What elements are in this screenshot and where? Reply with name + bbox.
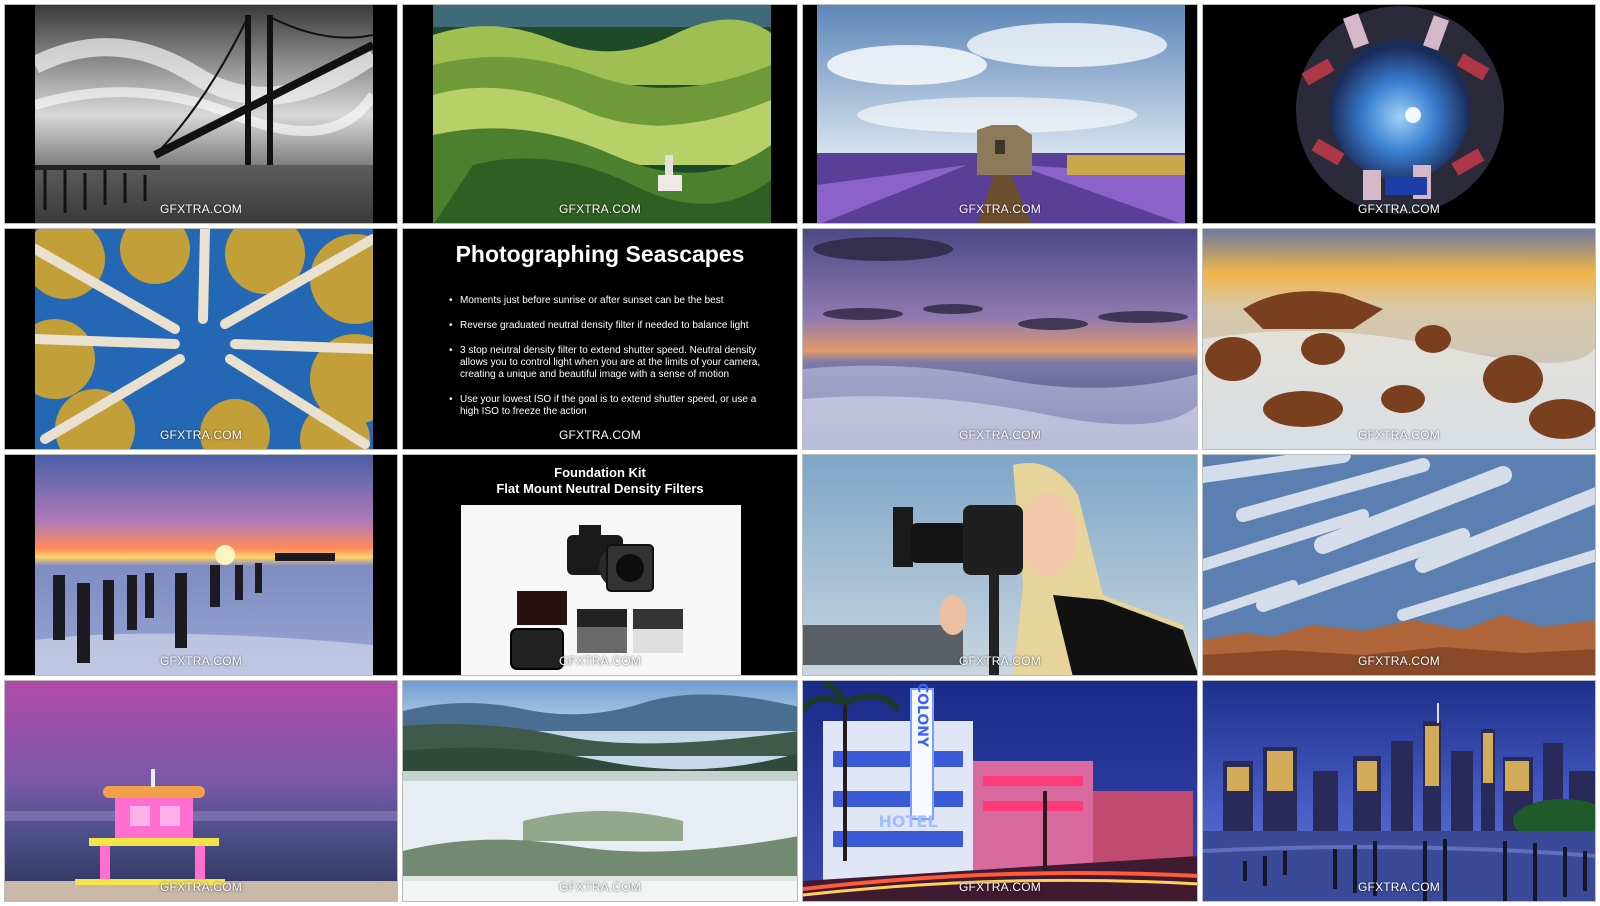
watermark: GFXTRA.COM <box>959 880 1041 894</box>
slide-grid: GFXTRA.COM GFXTRA.COM GFXTRA.COM GFXTRA.… <box>0 0 1600 906</box>
watermark: GFXTRA.COM <box>559 880 641 894</box>
aspen-trees-photo <box>35 229 373 449</box>
lifeguard-tower-photo <box>5 681 397 901</box>
watermark: GFXTRA.COM <box>160 654 242 668</box>
tile-colony-hotel[interactable]: COLONY HOTEL GFXTRA.COM <box>802 680 1198 902</box>
seascapes-bullet-list: Moments just before sunrise or after sun… <box>449 295 767 431</box>
watermark: GFXTRA.COM <box>1358 654 1440 668</box>
tile-foundation-kit-slide[interactable]: Foundation Kit Flat Mount Neutral Densit… <box>402 454 798 676</box>
rocky-shore-photo <box>1203 229 1595 449</box>
kit-title: Foundation Kit Flat Mount Neutral Densit… <box>403 465 797 497</box>
bullet-item: Reverse graduated neutral density filter… <box>449 320 767 332</box>
tile-pier-pilings[interactable]: GFXTRA.COM <box>4 454 398 676</box>
tile-rocky-shore[interactable]: GFXTRA.COM <box>1202 228 1596 450</box>
colony-sign: COLONY <box>914 683 930 748</box>
filter-kit-photo <box>461 505 741 675</box>
tile-city-skyline[interactable]: GFXTRA.COM <box>1202 680 1596 902</box>
watermark: GFXTRA.COM <box>160 428 242 442</box>
tile-lavender[interactable]: GFXTRA.COM <box>802 4 1198 224</box>
tile-bridge[interactable]: GFXTRA.COM <box>4 4 398 224</box>
kit-title-line2: Flat Mount Neutral Density Filters <box>496 481 704 496</box>
watermark: GFXTRA.COM <box>160 880 242 894</box>
watermark: GFXTRA.COM <box>1358 202 1440 216</box>
rolling-hills-photo <box>433 5 771 223</box>
watermark: GFXTRA.COM <box>1358 880 1440 894</box>
bullet-item: Moments just before sunrise or after sun… <box>449 295 767 307</box>
fisheye-city-photo <box>1296 6 1504 214</box>
seascape-sunset-photo <box>803 229 1197 449</box>
bullet-item: 3 stop neutral density filter to extend … <box>449 345 767 381</box>
tile-seascapes-slide[interactable]: Photographing Seascapes Moments just bef… <box>402 228 798 450</box>
bridge-photo <box>35 5 373 223</box>
watermark: GFXTRA.COM <box>559 654 641 668</box>
lavender-field-photo <box>817 5 1185 223</box>
watermark: GFXTRA.COM <box>959 654 1041 668</box>
foggy-valley-photo <box>403 681 797 901</box>
seascapes-title: Photographing Seascapes <box>455 241 745 267</box>
hotel-sign: HOTEL <box>878 812 937 831</box>
tile-photographer[interactable]: GFXTRA.COM <box>802 454 1198 676</box>
tile-fisheye[interactable]: GFXTRA.COM <box>1202 4 1596 224</box>
pier-pilings-photo <box>35 455 373 675</box>
city-skyline-photo <box>1203 681 1595 901</box>
tile-lifeguard-tower[interactable]: GFXTRA.COM <box>4 680 398 902</box>
tile-streaking-clouds[interactable]: GFXTRA.COM <box>1202 454 1596 676</box>
tile-seascape-sunset[interactable]: GFXTRA.COM <box>802 228 1198 450</box>
watermark: GFXTRA.COM <box>959 202 1041 216</box>
tile-aspen[interactable]: GFXTRA.COM <box>4 228 398 450</box>
photographer-photo <box>803 455 1197 675</box>
watermark: GFXTRA.COM <box>559 428 641 442</box>
tile-rolling-hills[interactable]: GFXTRA.COM <box>402 4 798 224</box>
colony-hotel-photo: COLONY HOTEL <box>803 681 1197 901</box>
streaking-clouds-photo <box>1203 455 1595 675</box>
tile-foggy-valley[interactable]: GFXTRA.COM <box>402 680 798 902</box>
watermark: GFXTRA.COM <box>160 202 242 216</box>
bullet-item: Use your lowest ISO if the goal is to ex… <box>449 394 767 418</box>
kit-title-line1: Foundation Kit <box>554 465 646 480</box>
watermark: GFXTRA.COM <box>1358 428 1440 442</box>
watermark: GFXTRA.COM <box>559 202 641 216</box>
watermark: GFXTRA.COM <box>959 428 1041 442</box>
